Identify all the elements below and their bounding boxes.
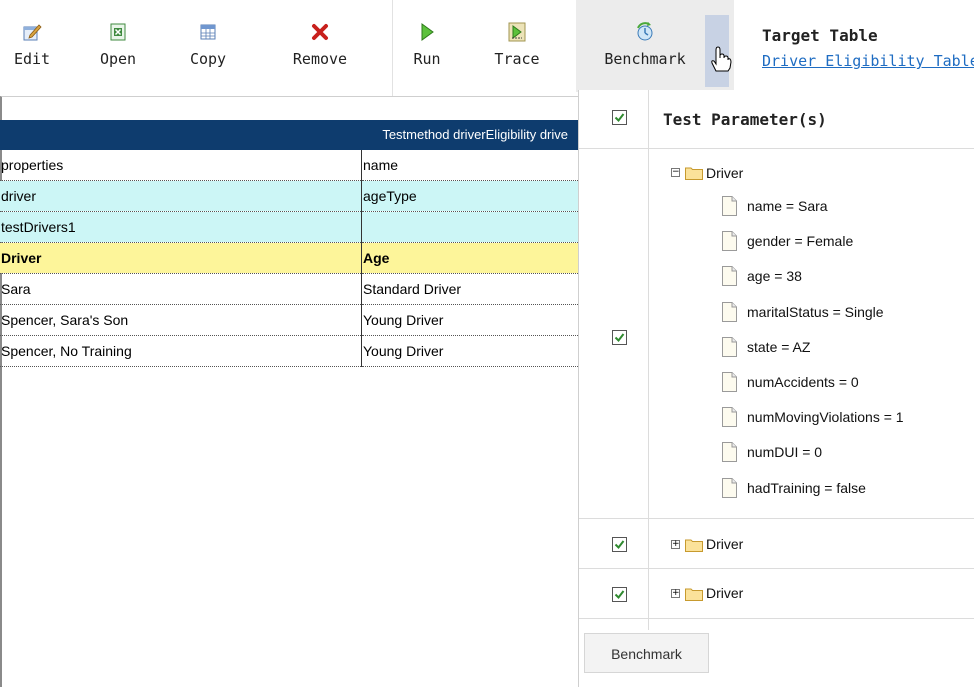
table-cell[interactable]: testDrivers1 [0, 211, 362, 243]
parameters-header-row: Test Parameter(s) [579, 90, 974, 149]
document-icon [722, 372, 737, 392]
test-parameters-title: Test Parameter(s) [663, 110, 827, 129]
benchmark-submit-button[interactable]: Benchmark [584, 633, 709, 673]
tree-node-driver[interactable]: Driver [706, 165, 743, 181]
table-cell[interactable]: driver [0, 180, 362, 212]
open-button[interactable]: Open [86, 0, 150, 92]
edit-button[interactable]: Edit [2, 0, 62, 92]
checkmark-icon [614, 590, 625, 600]
column-header: Driver [0, 242, 362, 274]
document-icon [722, 442, 737, 463]
select-all-checkbox[interactable] [612, 110, 627, 125]
expand-handle[interactable] [705, 15, 732, 87]
table-header-row: Driver Age [0, 242, 578, 274]
table-copy-icon [200, 24, 216, 40]
table-row[interactable]: Spencer, Sara's Son Young Driver [0, 304, 578, 336]
table-cell[interactable]: Young Driver [361, 335, 578, 367]
document-icon [722, 266, 737, 287]
document-icon [722, 477, 737, 498]
expand-icon[interactable]: + [671, 589, 680, 598]
hand-cursor-icon [711, 46, 732, 72]
tree-node-driver[interactable]: Driver [706, 585, 743, 601]
remove-x-icon [312, 24, 328, 40]
tree-leaf-param[interactable]: gender = Female [747, 233, 853, 249]
table-cell[interactable]: Standard Driver [361, 273, 578, 305]
table-row[interactable]: testDrivers1 [0, 211, 578, 243]
driver-2-checkbox[interactable] [612, 537, 627, 552]
remove-label: Remove [292, 50, 348, 68]
document-icon [722, 301, 737, 322]
table-row[interactable]: driver ageType [0, 180, 578, 212]
row-divider [579, 518, 974, 519]
toolbar: Edit Open Copy Remove Run Trace Benchmar… [0, 0, 974, 96]
row-divider [579, 618, 974, 619]
benchmark-icon [637, 22, 653, 41]
remove-button[interactable]: Remove [272, 0, 368, 92]
table-cell[interactable]: properties [0, 150, 362, 181]
tree-leaf-param[interactable]: age = 38 [747, 268, 802, 284]
driver-1-checkbox[interactable] [612, 330, 627, 345]
trace-label: Trace [494, 50, 540, 68]
table-cell[interactable]: Young Driver [361, 304, 578, 336]
copy-button[interactable]: Copy [178, 0, 238, 92]
trace-button[interactable]: Trace [482, 0, 552, 92]
document-icon [722, 336, 737, 357]
edit-icon [23, 24, 42, 41]
tree-leaf-param[interactable]: numMovingViolations = 1 [747, 409, 904, 425]
column-header: Age [361, 242, 578, 274]
test-method-title: Testmethod driverEligibility drive [382, 127, 568, 142]
benchmark-button[interactable]: Benchmark [586, 0, 704, 92]
tree-leaf-param[interactable]: name = Sara [747, 198, 828, 214]
copy-label: Copy [189, 50, 227, 68]
trace-icon [508, 22, 526, 42]
open-label: Open [99, 50, 137, 68]
checkmark-icon [614, 540, 625, 550]
run-play-icon [421, 23, 434, 41]
column-divider [648, 90, 649, 630]
run-label: Run [413, 50, 441, 68]
table-row[interactable]: Spencer, No Training Young Driver [0, 335, 578, 367]
table-cell[interactable]: name [361, 150, 578, 181]
expand-icon[interactable]: + [671, 540, 680, 549]
tree-leaf-param[interactable]: hadTraining = false [747, 480, 866, 496]
table-row[interactable]: Sara Standard Driver [0, 273, 578, 305]
tree-leaf-param[interactable]: numAccidents = 0 [747, 374, 859, 390]
edit-label: Edit [13, 50, 51, 68]
test-method-table: properties name driver ageType testDrive… [0, 150, 578, 367]
test-parameters-panel: Test Parameter(s) − Driver name = Sara ge… [578, 90, 974, 687]
row-divider [579, 568, 974, 569]
tree-node-driver[interactable]: Driver [706, 536, 743, 552]
excel-icon [110, 23, 126, 41]
folder-icon [685, 539, 703, 552]
tree-leaf-param[interactable]: state = AZ [747, 339, 810, 355]
table-row[interactable]: properties name [0, 150, 578, 181]
document-icon [722, 231, 737, 252]
table-cell[interactable] [361, 211, 578, 243]
benchmark-label: Benchmark [604, 50, 686, 68]
document-icon [722, 196, 737, 216]
table-cell[interactable]: Spencer, Sara's Son [0, 304, 362, 336]
test-method-header: Testmethod driverEligibility drive [0, 120, 578, 150]
checkmark-icon [614, 333, 625, 343]
tree-leaf-param[interactable]: numDUI = 0 [747, 444, 822, 460]
table-cell[interactable]: ageType [361, 180, 578, 212]
toolbar-divider [392, 0, 393, 96]
folder-icon [685, 588, 703, 601]
run-button[interactable]: Run [400, 0, 454, 92]
target-table-title: Target Table [762, 26, 878, 45]
checkmark-icon [614, 113, 625, 123]
table-cell[interactable]: Spencer, No Training [0, 335, 362, 367]
collapse-icon[interactable]: − [671, 168, 680, 177]
target-table-link[interactable]: Driver Eligibility Table [762, 52, 974, 70]
document-icon [722, 407, 737, 428]
table-cell[interactable]: Sara [0, 273, 362, 305]
tree-leaf-param[interactable]: maritalStatus = Single [747, 304, 884, 320]
driver-3-checkbox[interactable] [612, 587, 627, 602]
folder-icon [685, 167, 703, 180]
